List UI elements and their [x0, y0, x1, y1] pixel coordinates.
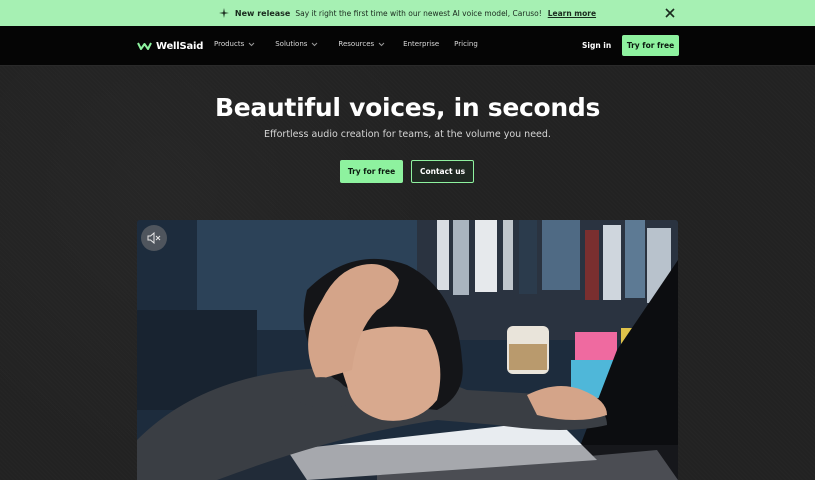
- hero-video[interactable]: [137, 220, 678, 480]
- announcement-label: New release: [234, 8, 291, 18]
- wellsaid-logo[interactable]: WellSaid: [137, 39, 203, 53]
- nav-item-label: Pricing: [454, 40, 478, 48]
- wellsaid-logo-icon: [137, 42, 152, 50]
- nav-item-pricing[interactable]: Pricing: [454, 40, 478, 48]
- chevron-down-icon: [312, 42, 318, 46]
- logo-text: WellSaid: [156, 40, 204, 52]
- sign-in-link[interactable]: Sign in: [582, 41, 611, 50]
- announcement-bar: New release Say it right the first time …: [0, 0, 815, 26]
- nav-item-products[interactable]: Products: [214, 40, 255, 48]
- nav-try-free-button[interactable]: Try for free: [622, 35, 679, 56]
- mute-toggle-button[interactable]: [141, 225, 167, 251]
- announcement-message: Say it right the first time with our new…: [295, 8, 542, 18]
- hero-subtitle: Effortless audio creation for teams, at …: [264, 129, 551, 140]
- try-free-button[interactable]: Try for free: [340, 160, 403, 183]
- nav-item-enterprise[interactable]: Enterprise: [403, 40, 439, 48]
- top-nav: WellSaid Products Solutions Resources En…: [0, 26, 815, 66]
- close-icon[interactable]: [664, 7, 676, 19]
- nav-item-label: Solutions: [275, 40, 308, 48]
- nav-item-label: Products: [214, 40, 245, 48]
- volume-muted-icon: [147, 232, 161, 244]
- nav-item-label: Resources: [338, 40, 375, 48]
- chevron-down-icon: [248, 42, 255, 46]
- nav-item-solutions[interactable]: Solutions: [275, 40, 318, 48]
- nav-item-label: Enterprise: [403, 40, 440, 48]
- video-scene-image: [137, 220, 678, 480]
- contact-us-button[interactable]: Contact us: [411, 160, 474, 183]
- learn-more-link[interactable]: Learn more: [548, 9, 596, 18]
- hero-title: Beautiful voices, in seconds: [214, 93, 601, 122]
- nav-item-resources[interactable]: Resources: [338, 40, 385, 48]
- sparkle-icon: [218, 8, 229, 18]
- nav-links: Products Solutions Resources Enterprise …: [214, 40, 478, 48]
- chevron-down-icon: [378, 42, 385, 46]
